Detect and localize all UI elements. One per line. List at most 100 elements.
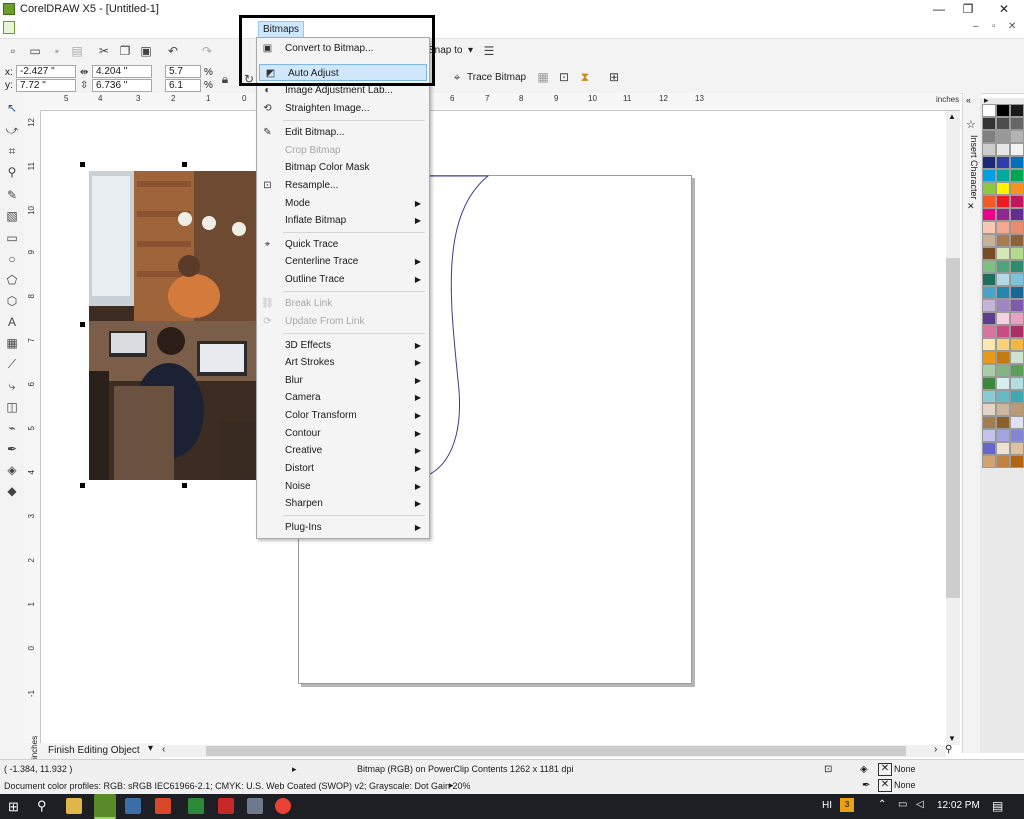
- menu-item-camera[interactable]: Camera ▶: [257, 389, 427, 406]
- palette-swatch[interactable]: [1010, 169, 1024, 182]
- palette-swatch[interactable]: [1010, 273, 1024, 286]
- palette-swatch[interactable]: [996, 403, 1010, 416]
- selected-bitmap[interactable]: [89, 171, 257, 480]
- palette-swatch[interactable]: [982, 221, 996, 234]
- menu-item-plug-ins[interactable]: Plug-Ins ▶: [257, 519, 427, 536]
- volume-icon[interactable]: ◁: [916, 799, 924, 810]
- palette-swatch[interactable]: [982, 325, 996, 338]
- menu-item-creative[interactable]: Creative ▶: [257, 442, 427, 459]
- windows-start-icon[interactable]: ⊞: [8, 799, 19, 815]
- palette-swatch[interactable]: [996, 286, 1010, 299]
- network-icon[interactable]: ▭: [898, 799, 907, 810]
- selection-handle[interactable]: [182, 483, 187, 488]
- search-icon[interactable]: ⚲: [37, 798, 47, 814]
- docker-collapse-icon[interactable]: «: [966, 95, 971, 105]
- palette-swatch[interactable]: [982, 130, 996, 143]
- menu-item-edit-bitmap[interactable]: ✎ Edit Bitmap...: [257, 124, 427, 141]
- palette-swatch[interactable]: [982, 416, 996, 429]
- palette-swatch[interactable]: [982, 182, 996, 195]
- app-taskbar-icon[interactable]: [218, 798, 234, 814]
- palette-swatch[interactable]: [996, 117, 1010, 130]
- menu-item-quick-trace[interactable]: ⌖ Quick Trace: [257, 236, 427, 253]
- palette-swatch[interactable]: [996, 195, 1010, 208]
- snap-status-icon[interactable]: ⊡: [824, 764, 832, 775]
- selection-handle[interactable]: [80, 483, 85, 488]
- palette-swatch[interactable]: [996, 390, 1010, 403]
- selection-handle[interactable]: [80, 162, 85, 167]
- palette-swatch[interactable]: [1010, 455, 1024, 468]
- menu-item-color-transform[interactable]: Color Transform ▶: [257, 407, 427, 424]
- palette-swatch[interactable]: [996, 273, 1010, 286]
- palette-swatch[interactable]: [1010, 351, 1024, 364]
- menu-item-noise[interactable]: Noise ▶: [257, 478, 427, 495]
- vertical-scroll-thumb[interactable]: [946, 258, 960, 598]
- palette-swatch[interactable]: [982, 273, 996, 286]
- palette-swatch[interactable]: [996, 377, 1010, 390]
- palette-swatch[interactable]: [1010, 208, 1024, 221]
- palette-swatch[interactable]: [1010, 130, 1024, 143]
- menu-item-contour[interactable]: Contour ▶: [257, 425, 427, 442]
- palette-swatch[interactable]: [982, 208, 996, 221]
- palette-swatch[interactable]: [996, 182, 1010, 195]
- palette-swatch[interactable]: [982, 442, 996, 455]
- menu-item-straighten-image[interactable]: ⟲ Straighten Image...: [257, 100, 427, 117]
- palette-swatch[interactable]: [1010, 364, 1024, 377]
- selection-handle[interactable]: [182, 162, 187, 167]
- palette-swatch[interactable]: [982, 364, 996, 377]
- palette-swatch[interactable]: [982, 117, 996, 130]
- app-taskbar-icon[interactable]: [125, 798, 141, 814]
- palette-swatch[interactable]: [982, 455, 996, 468]
- palette-swatch[interactable]: [982, 169, 996, 182]
- profiles-arrow-icon[interactable]: ▸: [449, 780, 454, 791]
- palette-swatch[interactable]: [996, 156, 1010, 169]
- palette-swatch[interactable]: [996, 429, 1010, 442]
- palette-swatch[interactable]: [996, 169, 1010, 182]
- language-indicator[interactable]: HI: [822, 800, 832, 811]
- palette-swatch[interactable]: [996, 221, 1010, 234]
- palette-swatch[interactable]: [1010, 286, 1024, 299]
- palette-swatch[interactable]: [982, 377, 996, 390]
- clock[interactable]: 12:02 PM: [937, 800, 980, 811]
- finish-editing-button[interactable]: Finish Editing Object: [48, 745, 140, 756]
- app-taskbar-icon[interactable]: [247, 798, 263, 814]
- palette-swatch[interactable]: [1010, 416, 1024, 429]
- tray-app-icon[interactable]: 3: [840, 798, 854, 812]
- palette-swatch[interactable]: [982, 247, 996, 260]
- menu-item-break-link[interactable]: ⛓ Break Link: [257, 295, 427, 312]
- palette-swatch[interactable]: [1010, 377, 1024, 390]
- menu-item-inflate-bitmap[interactable]: Inflate Bitmap ▶: [257, 212, 427, 229]
- palette-swatch[interactable]: [996, 104, 1010, 117]
- palette-swatch[interactable]: [982, 390, 996, 403]
- palette-swatch[interactable]: [1010, 429, 1024, 442]
- palette-swatch[interactable]: [996, 455, 1010, 468]
- palette-swatch[interactable]: [996, 130, 1010, 143]
- palette-swatch[interactable]: [982, 234, 996, 247]
- menu-item-distort[interactable]: Distort ▶: [257, 460, 427, 477]
- menu-item-update-from-link[interactable]: ⟳ Update From Link: [257, 313, 427, 330]
- menu-item-art-strokes[interactable]: Art Strokes ▶: [257, 354, 427, 371]
- scroll-right-icon[interactable]: ›: [934, 744, 937, 755]
- palette-swatch[interactable]: [1010, 195, 1024, 208]
- palette-swatch[interactable]: [996, 338, 1010, 351]
- menu-item-centerline-trace[interactable]: Centerline Trace ▶: [257, 253, 427, 270]
- coreldraw-taskbar-icon[interactable]: [94, 794, 116, 819]
- menu-item-crop-bitmap[interactable]: Crop Bitmap: [257, 142, 427, 159]
- palette-swatch[interactable]: [996, 260, 1010, 273]
- palette-swatch[interactable]: [1010, 104, 1024, 117]
- palette-swatch[interactable]: [996, 143, 1010, 156]
- app-taskbar-icon[interactable]: [155, 798, 171, 814]
- palette-swatch[interactable]: [996, 247, 1010, 260]
- horizontal-scroll-thumb[interactable]: [206, 746, 906, 756]
- menu-item-mode[interactable]: Mode ▶: [257, 195, 427, 212]
- palette-swatch[interactable]: [1010, 403, 1024, 416]
- palette-swatch[interactable]: [1010, 442, 1024, 455]
- app-taskbar-icon[interactable]: [188, 798, 204, 814]
- tray-chevron-icon[interactable]: ⌃: [878, 799, 886, 810]
- file-explorer-icon[interactable]: [66, 798, 82, 814]
- menu-item-blur[interactable]: Blur ▶: [257, 372, 427, 389]
- palette-swatch[interactable]: [982, 260, 996, 273]
- palette-swatch[interactable]: [982, 299, 996, 312]
- palette-swatch[interactable]: [1010, 260, 1024, 273]
- menu-item-sharpen[interactable]: Sharpen ▶: [257, 495, 427, 512]
- palette-swatch[interactable]: [982, 351, 996, 364]
